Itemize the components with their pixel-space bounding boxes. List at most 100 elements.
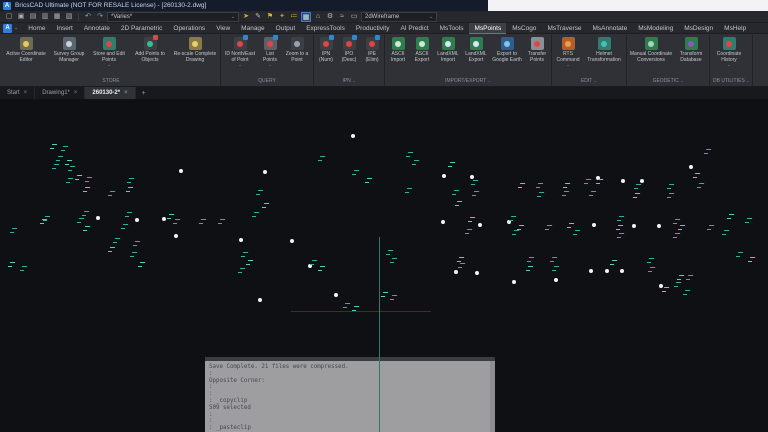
chevron-down-icon[interactable]: ⌄ (746, 78, 749, 83)
menu-item-productivity[interactable]: Productivity (351, 23, 395, 34)
point-label-marker (66, 178, 73, 183)
close-icon[interactable]: × (74, 90, 78, 96)
point-label-marker (252, 212, 259, 217)
drawing-point (135, 218, 139, 222)
transfer-points-button[interactable]: Transfer Points (524, 35, 550, 63)
transform-database-button[interactable]: Transform Database (674, 35, 708, 63)
ascii-import-button[interactable]: ASCII Import (386, 35, 410, 63)
point-label-marker (465, 229, 472, 234)
landxml-export-button[interactable]: LandXML Export (462, 35, 490, 63)
save-as-icon[interactable]: ▥ (40, 12, 50, 22)
undo-icon[interactable]: ↶ (83, 12, 93, 22)
menu-item-mstraverse[interactable]: MsTraverse (542, 23, 586, 34)
menu-item-mscogo[interactable]: MsCogo (507, 23, 541, 34)
tab-drawing1-[interactable]: Drawing1*× (35, 87, 85, 99)
selection-properties-combo[interactable]: *Varies*⌄ (107, 12, 239, 22)
chevron-down-icon[interactable]: ⌄ (352, 78, 355, 83)
manual-coordinate-conversions-button[interactable]: Manual Coordinate Conversions (628, 35, 674, 63)
point-label-marker (648, 267, 655, 272)
new-file-icon[interactable]: ▢ (4, 12, 14, 22)
command-window-titlebar[interactable] (205, 357, 495, 361)
redo-icon[interactable]: ↷ (95, 12, 105, 22)
ipn-num-button[interactable]: IPN (Num) (315, 35, 337, 63)
list-points-button[interactable]: List Points⌄ (258, 35, 282, 67)
tab-260130-2-[interactable]: 260130-2*× (85, 87, 135, 99)
ascii-export-button[interactable]: ASCII Export (410, 35, 434, 63)
point-label-marker (130, 252, 137, 257)
menu-item-2d-parametric[interactable]: 2D Parametric (116, 23, 168, 34)
menu-item-mshelp[interactable]: MsHelp (719, 23, 751, 34)
menu-item-ai-predict[interactable]: AI Predict (395, 23, 433, 34)
measure-tool-icon[interactable]: ✎ (253, 12, 263, 22)
landxml-import-button[interactable]: LandXML Import (434, 35, 462, 63)
menu-item-msmodeling[interactable]: MsModeling (633, 23, 678, 34)
menu-item-expresstools[interactable]: ExpressTools (301, 23, 350, 34)
command-line-window[interactable]: Save Complete. 21 files were compressed.… (205, 357, 495, 432)
tab-label: Start (7, 90, 20, 96)
surface-smooth-icon[interactable]: ≈ (337, 12, 347, 22)
export-icon[interactable]: ▧ (64, 12, 74, 22)
point-label-marker (138, 262, 145, 267)
command-window-scrollbar[interactable] (490, 361, 495, 432)
active-coordinate-editor-button[interactable]: Active Coordinate Editor (3, 35, 49, 63)
chevron-down-icon: ⌄ (268, 63, 271, 67)
export-to-google-earth-button[interactable]: Export to Google Earth (490, 35, 524, 63)
viewport-icon[interactable]: ▭ (349, 12, 359, 22)
drawing-point (478, 223, 482, 227)
new-tab-button[interactable]: + (136, 87, 152, 99)
display-config-icon[interactable]: ▦ (301, 12, 311, 22)
menu-item-output[interactable]: Output (271, 23, 301, 34)
helmet-transformation-button[interactable]: Helmet Transformation (583, 35, 625, 63)
ribbon-group-label: STORE (3, 77, 219, 86)
store-and-edit-points-button[interactable]: Store and Edit Points⌄ (89, 35, 129, 67)
open-file-icon[interactable]: ▣ (16, 12, 26, 22)
survey-group-manager-button[interactable]: Survey Group Manager (49, 35, 89, 63)
snap-tool-icon[interactable]: ➤ (241, 12, 251, 22)
point-label-marker (365, 178, 372, 183)
re-scale-complete-drawing-button[interactable]: Re-scale Complete Drawing (171, 35, 219, 63)
layers-tool-icon[interactable]: ≔ (289, 12, 299, 22)
menu-item-manage[interactable]: Manage (236, 23, 270, 34)
menu-item-mstools[interactable]: MsTools (435, 23, 469, 34)
chevron-down-icon[interactable]: ⌄ (594, 78, 597, 83)
point-label-marker (667, 184, 674, 189)
flag-tool-icon[interactable]: ⚑ (265, 12, 275, 22)
close-icon[interactable]: × (24, 90, 28, 96)
chevron-down-icon[interactable]: ⌄ (488, 78, 491, 83)
points-tool-icon[interactable]: ✦ (277, 12, 287, 22)
visual-style-combo[interactable]: 2dWireframe⌄ (361, 12, 437, 22)
menu-item-insert[interactable]: Insert (52, 23, 78, 34)
drawing-point (239, 238, 243, 242)
chevron-down-icon[interactable]: ⌄ (680, 78, 683, 83)
menu-item-mspoints[interactable]: MsPoints (469, 23, 506, 34)
close-icon[interactable]: × (124, 90, 128, 96)
import-icon[interactable]: ▦ (52, 12, 62, 22)
chevron-down-icon[interactable]: ⌄ (14, 25, 18, 31)
ribbon-group-label: QUERY (222, 77, 312, 86)
menu-item-msannotate[interactable]: MsAnnotate (588, 23, 633, 34)
coordinate-history-button[interactable]: Coordinate History⌄ (711, 35, 747, 67)
quick-access-toolbar: ▢▣▤▥▦▧↶↷*Varies*⌄➤✎⚑✦≔▦⌂⚙≈▭2dWireframe⌄ (0, 11, 768, 23)
drawing-point (620, 269, 624, 273)
menu-item-annotate[interactable]: Annotate (79, 23, 115, 34)
menu-item-view[interactable]: View (211, 23, 235, 34)
menu-item-home[interactable]: Home (23, 23, 50, 34)
tab-start[interactable]: Start × (0, 87, 35, 99)
ipo-desc-button[interactable]: IPO (Desc) (337, 35, 361, 63)
home-view-icon[interactable]: ⌂ (313, 12, 323, 22)
active-coordinate-editor-icon (20, 37, 33, 50)
rts-command-button[interactable]: RTS Command⌄ (553, 35, 583, 67)
settings-gear-icon[interactable]: ⚙ (325, 12, 335, 22)
ipe-elim-button[interactable]: IPE (Elim) (361, 35, 383, 63)
id-north-east-of-point-button[interactable]: ID North/East of Point⌄ (222, 35, 258, 67)
point-label-marker (8, 262, 15, 267)
add-points-to-objects-button[interactable]: Add Points to Objects (129, 35, 171, 63)
point-label-marker (527, 257, 534, 262)
app-menu-button[interactable]: A (3, 24, 12, 33)
zoom-to-a-point-button[interactable]: Zoom to a Point (282, 35, 312, 63)
landxml-export-icon (470, 37, 483, 50)
menu-item-msdesign[interactable]: MsDesign (679, 23, 718, 34)
save-icon[interactable]: ▤ (28, 12, 38, 22)
menu-item-operations[interactable]: Operations (168, 23, 210, 34)
drawing-point (174, 234, 178, 238)
